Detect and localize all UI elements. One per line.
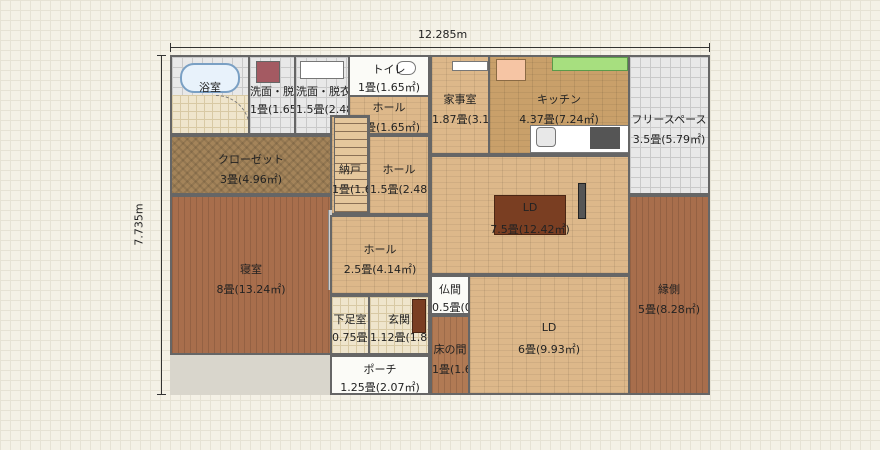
bath-dressing-area [170, 95, 250, 135]
width-dimension-tick-right [709, 43, 710, 52]
room-utility[interactable]: 家事室 1.87畳(3.1㎡) [430, 55, 490, 155]
stove-icon [590, 127, 620, 149]
dining-table-icon [494, 195, 566, 235]
refrigerator-icon [496, 59, 526, 81]
room-size: 3畳(4.96㎡) [219, 173, 283, 186]
room-name: 下足室 [333, 313, 367, 326]
room-wash-1[interactable]: 洗面・脱衣 1畳(1.65㎡) [248, 55, 296, 135]
sink-icon [536, 127, 556, 147]
room-name: 家事室 [443, 93, 477, 106]
room-size: 1.87畳(3.1㎡) [432, 113, 490, 126]
room-name: 洗面・脱衣 [296, 85, 350, 98]
exterior-area [170, 354, 331, 395]
room-size: 8畳(13.24㎡) [216, 283, 286, 296]
room-hall-low[interactable]: ホール 2.5畳(4.14㎡) [330, 215, 430, 295]
room-name: ポーチ [363, 363, 397, 376]
width-dimension-label: 12.285m [418, 28, 468, 41]
room-ld-bottom[interactable]: LD 6畳(9.93㎡) [468, 275, 630, 395]
room-size: 3.5畳(5.79㎡) [632, 133, 706, 146]
room-butsuma[interactable]: 仏間 0.5畳(0.82㎡) [430, 275, 470, 315]
room-size: 0.5畳(0.82㎡) [432, 301, 468, 314]
room-hall-mid[interactable]: ホール 1.5畳(2.48㎡) [368, 135, 430, 215]
room-name: 縁側 [658, 283, 680, 296]
height-dimension-tick-top [157, 55, 166, 56]
room-size: 1.5畳(2.48㎡) [370, 183, 428, 196]
room-name: 床の間 [433, 343, 467, 356]
room-name: ホール [382, 163, 416, 176]
room-porch[interactable]: ポーチ 1.25畳(2.07㎡) [330, 355, 430, 395]
room-size: 1畳(1.65㎡) [357, 81, 421, 94]
sink-icon [300, 61, 344, 79]
room-closet[interactable]: クローゼット 3畳(4.96㎡) [170, 135, 332, 195]
room-size: 1.25畳(2.07㎡) [340, 381, 420, 394]
room-shoe-room[interactable]: 下足室 0.75畳(1.24㎡) [330, 295, 370, 355]
toilet-icon [396, 61, 416, 75]
room-name: 寝室 [240, 263, 262, 276]
room-name: ホール [372, 101, 406, 114]
room-name: キッチン [537, 93, 581, 106]
room-size: 1畳(1.65㎡) [432, 363, 468, 376]
shoe-cabinet-icon [412, 299, 426, 333]
height-dimension-line [161, 55, 162, 395]
counter-icon [452, 61, 488, 71]
room-toilet[interactable]: トイレ 1畳(1.65㎡) [348, 55, 430, 97]
room-name: ホール [363, 243, 397, 256]
room-size: 1畳(1.65㎡) [250, 103, 294, 116]
room-name: トイレ [372, 63, 406, 76]
room-name: フリースペース [631, 113, 707, 126]
height-dimension-label: 7.735m [132, 203, 146, 246]
room-name: 洗面・脱衣 [250, 85, 294, 98]
room-name: LD [541, 321, 557, 334]
height-dimension-tick-bottom [157, 394, 166, 395]
room-name: クローゼット [218, 153, 284, 166]
door-swing-icon [216, 95, 248, 129]
room-size: 5畳(8.28㎡) [637, 303, 701, 316]
width-dimension-tick-left [170, 43, 171, 52]
room-engawa[interactable]: 縁側 5畳(8.28㎡) [628, 195, 710, 395]
room-size: 0.75畳(1.24㎡) [332, 331, 370, 344]
washing-machine-icon [256, 61, 280, 83]
cabinet-icon [552, 57, 628, 71]
room-genkan[interactable]: 玄関 1.12畳(1.86㎡) [368, 295, 430, 355]
chair-icon [578, 183, 586, 219]
room-kitchen[interactable]: キッチン 4.37畳(7.24㎡) [488, 55, 630, 155]
room-storage[interactable]: 納戸 1畳(1.65㎡) [330, 115, 370, 215]
room-tokonoma[interactable]: 床の間 1畳(1.65㎡) [430, 315, 470, 395]
room-bedroom[interactable]: 寝室 8畳(13.24㎡) [170, 195, 332, 355]
width-dimension-line [170, 47, 710, 48]
room-free-space[interactable]: フリースペース 3.5畳(5.79㎡) [628, 55, 710, 195]
room-size: 2.5畳(4.14㎡) [343, 263, 417, 276]
room-name: 仏間 [439, 283, 461, 296]
bathtub-icon [180, 63, 240, 93]
room-size: 6畳(9.93㎡) [517, 343, 581, 356]
staircase-icon [334, 117, 368, 213]
room-ld-top[interactable]: LD 7.5畳(12.42㎡) [430, 155, 630, 275]
